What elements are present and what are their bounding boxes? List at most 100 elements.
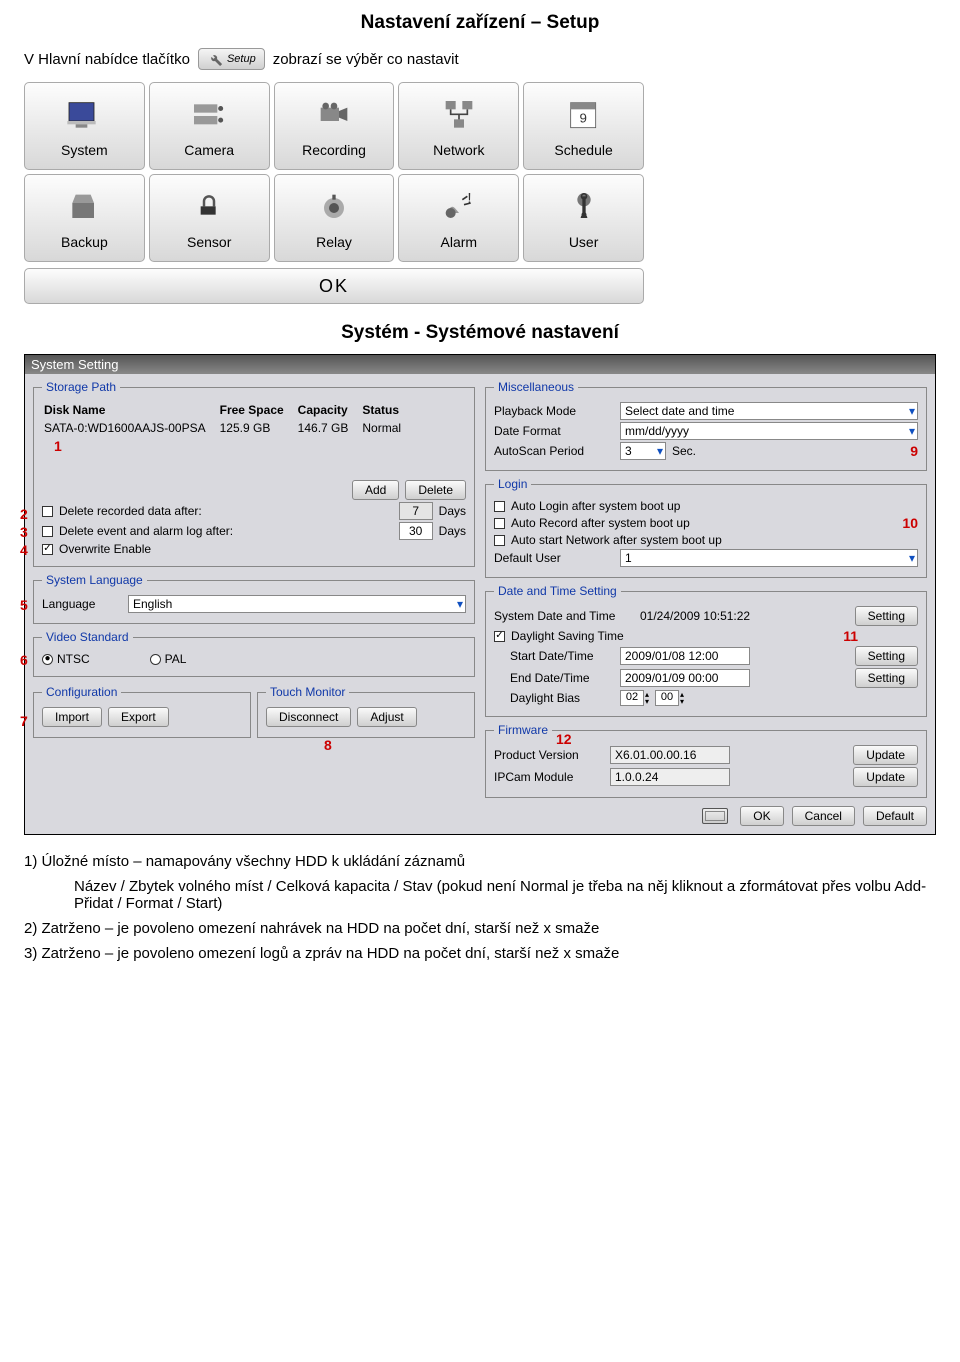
auto-login-label: Auto Login after system boot up bbox=[511, 499, 680, 513]
delete-event-checkbox[interactable] bbox=[42, 526, 53, 537]
start-value[interactable]: 2009/01/08 12:00 bbox=[620, 647, 750, 665]
user-icon bbox=[562, 186, 606, 230]
menu-label: Recording bbox=[302, 142, 366, 158]
del-rec-days[interactable]: 7 bbox=[399, 502, 433, 520]
login-group: Login Auto Login after system boot up Au… bbox=[485, 477, 927, 578]
cancel-button[interactable]: Cancel bbox=[792, 806, 855, 826]
playback-value: Select date and time bbox=[625, 404, 734, 418]
relay-icon bbox=[312, 186, 356, 230]
menu-alarm[interactable]: ! Alarm bbox=[398, 174, 519, 262]
start-setting-button[interactable]: Setting bbox=[855, 646, 918, 666]
default-user-select[interactable]: 1 ▾ bbox=[620, 549, 918, 567]
auto-record-checkbox[interactable] bbox=[494, 518, 505, 529]
annot-7: 7 bbox=[20, 713, 28, 729]
note-2: 2) Zatrženo – je povoleno omezení nahráv… bbox=[24, 920, 936, 937]
auto-record-label: Auto Record after system boot up bbox=[511, 516, 690, 530]
bias-label: Daylight Bias bbox=[494, 691, 614, 705]
section-title: Systém - Systémové nastavení bbox=[24, 322, 936, 344]
end-setting-button[interactable]: Setting bbox=[855, 668, 918, 688]
menu-label: System bbox=[61, 142, 108, 158]
bias-hours[interactable]: 02▴▾ bbox=[620, 690, 649, 706]
menu-label: Schedule bbox=[554, 142, 612, 158]
ipcam-label: IPCam Module bbox=[494, 770, 604, 784]
del-evt-label: Delete event and alarm log after: bbox=[59, 524, 393, 538]
default-user-label: Default User bbox=[494, 551, 614, 565]
calendar-icon: 9 bbox=[562, 94, 606, 138]
system-setting-panel: System Setting Storage Path Disk Name Fr… bbox=[24, 354, 936, 835]
disk-row[interactable]: SATA-0:WD1600AAJS-00PSA 125.9 GB 146.7 G… bbox=[44, 420, 413, 436]
menu-backup[interactable]: Backup bbox=[24, 174, 145, 262]
misc-legend: Miscellaneous bbox=[494, 380, 578, 394]
adjust-button[interactable]: Adjust bbox=[357, 707, 416, 727]
recording-icon bbox=[312, 94, 356, 138]
auto-login-checkbox[interactable] bbox=[494, 501, 505, 512]
menu-user[interactable]: User bbox=[523, 174, 644, 262]
menu-network[interactable]: Network bbox=[398, 82, 519, 170]
chevron-down-icon: ▾ bbox=[457, 597, 463, 611]
product-label: Product Version bbox=[494, 748, 604, 762]
end-label: End Date/Time bbox=[494, 671, 614, 685]
del-evt-days[interactable]: 30 bbox=[399, 522, 433, 540]
firmware-legend: Firmware bbox=[494, 723, 552, 737]
ipcam-update-button[interactable]: Update bbox=[853, 767, 918, 787]
panel-title: System Setting bbox=[25, 355, 935, 374]
datefmt-value: mm/dd/yyyy bbox=[625, 424, 689, 438]
dst-checkbox[interactable]: ✓ bbox=[494, 631, 505, 642]
days-label: Days bbox=[439, 524, 466, 538]
datefmt-label: Date Format bbox=[494, 424, 614, 438]
annot-9: 9 bbox=[910, 443, 918, 459]
menu-sensor[interactable]: Sensor bbox=[149, 174, 270, 262]
add-button[interactable]: Add bbox=[352, 480, 399, 500]
bias-minutes[interactable]: 00▴▾ bbox=[655, 690, 684, 706]
end-value[interactable]: 2009/01/09 00:00 bbox=[620, 669, 750, 687]
setup-button[interactable]: Setup bbox=[198, 48, 265, 70]
playback-select[interactable]: Select date and time ▾ bbox=[620, 402, 918, 420]
delete-button[interactable]: Delete bbox=[405, 480, 466, 500]
annot-4: 4 bbox=[20, 542, 28, 558]
ok-button[interactable]: OK bbox=[740, 806, 783, 826]
intro-line: V Hlavní nabídce tlačítko Setup zobrazí … bbox=[24, 48, 936, 70]
days-label: Days bbox=[439, 504, 466, 518]
language-select[interactable]: English ▾ bbox=[128, 595, 466, 613]
menu-label: Backup bbox=[61, 234, 108, 250]
default-user-value: 1 bbox=[625, 551, 632, 565]
miscellaneous-group: Miscellaneous Playback Mode Select date … bbox=[485, 380, 927, 471]
note-3: 3) Zatrženo – je povoleno omezení logů a… bbox=[24, 945, 936, 962]
dst-label: Daylight Saving Time bbox=[511, 629, 624, 643]
datetime-legend: Date and Time Setting bbox=[494, 584, 621, 598]
pal-radio[interactable]: PAL bbox=[150, 652, 187, 666]
col-cap: Capacity bbox=[298, 402, 361, 418]
menu-ok-button[interactable]: OK bbox=[24, 268, 644, 304]
export-button[interactable]: Export bbox=[108, 707, 169, 727]
menu-relay[interactable]: Relay bbox=[274, 174, 395, 262]
product-update-button[interactable]: Update bbox=[853, 745, 918, 765]
autoscan-select[interactable]: 3 ▾ bbox=[620, 442, 666, 460]
intro-prefix: V Hlavní nabídce tlačítko bbox=[24, 51, 190, 68]
import-button[interactable]: Import bbox=[42, 707, 102, 727]
annot-3: 3 bbox=[20, 524, 28, 540]
menu-label: User bbox=[569, 234, 599, 250]
keyboard-icon[interactable] bbox=[702, 808, 728, 824]
wrench-icon bbox=[207, 51, 223, 67]
menu-camera[interactable]: Camera bbox=[149, 82, 270, 170]
menu-schedule[interactable]: 9 Schedule bbox=[523, 82, 644, 170]
annot-6: 6 bbox=[20, 652, 28, 668]
default-button[interactable]: Default bbox=[863, 806, 927, 826]
video-standard-group: Video Standard ●NTSC PAL 6 bbox=[33, 630, 475, 677]
ntsc-radio[interactable]: ●NTSC bbox=[42, 652, 90, 666]
language-label: Language bbox=[42, 597, 122, 611]
col-status: Status bbox=[362, 402, 413, 418]
auto-network-checkbox[interactable] bbox=[494, 535, 505, 546]
overwrite-checkbox[interactable]: ✓ bbox=[42, 544, 53, 555]
disconnect-button[interactable]: Disconnect bbox=[266, 707, 351, 727]
backup-icon bbox=[62, 186, 106, 230]
pal-label: PAL bbox=[165, 652, 187, 666]
sys-datetime-setting-button[interactable]: Setting bbox=[855, 606, 918, 626]
menu-recording[interactable]: Recording bbox=[274, 82, 395, 170]
menu-system[interactable]: System bbox=[24, 82, 145, 170]
datefmt-select[interactable]: mm/dd/yyyy ▾ bbox=[620, 422, 918, 440]
disk-status: Normal bbox=[362, 420, 413, 436]
menu-grid: System Camera Recording Network 9 Schedu… bbox=[24, 82, 644, 262]
page-title: Nastavení zařízení – Setup bbox=[24, 12, 936, 34]
delete-recorded-checkbox[interactable] bbox=[42, 506, 53, 517]
